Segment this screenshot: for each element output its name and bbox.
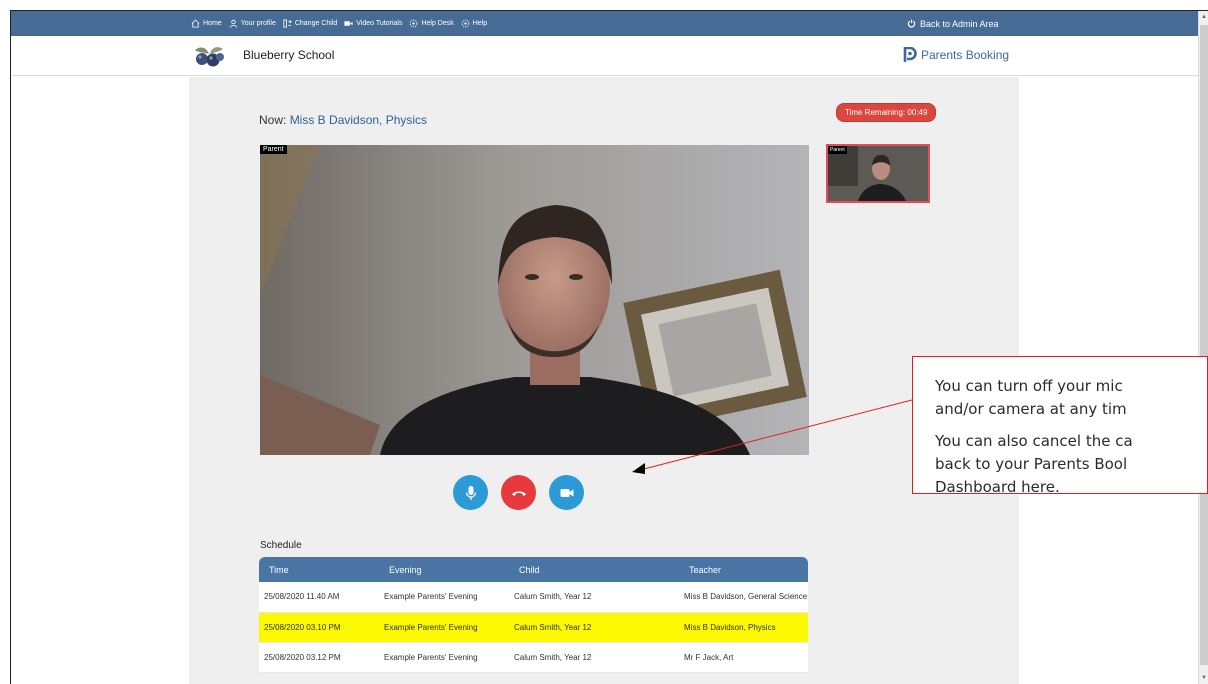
time-remaining-badge: Time Remaining: 00:49 [836,103,937,122]
blueberry-logo-icon[interactable] [191,44,227,68]
col-teacher: Teacher [679,557,808,582]
cell-evening: Example Parents' Evening [379,582,509,613]
nav-video-tutorials[interactable]: Video Tutorials [344,19,402,28]
cell-time: 25/08/2020 11.40 AM [259,582,379,613]
nav-video-tutorials-label: Video Tutorials [356,20,403,27]
video-call-panel: Now: Miss B Davidson, Physics Time Remai… [189,77,1019,684]
top-nav-bar: Home Your profile Change Child Video Tut… [11,11,1198,36]
schedule-title: Schedule [260,540,302,551]
toggle-camera-button[interactable] [549,475,584,510]
cell-evening: Example Parents' Evening [379,612,509,643]
nav-help-desk-label: Help Desk [421,20,454,27]
table-row[interactable]: 25/08/2020 11.40 AM Example Parents' Eve… [259,582,808,613]
nav-home-label: Home [203,20,222,27]
home-icon [191,19,200,28]
self-view-thumbnail[interactable]: Parent [826,144,930,203]
current-teacher: Miss B Davidson, Physics [289,113,428,127]
camera-icon [560,488,573,497]
thumbnail-label: Parent [828,146,847,154]
nav-list: Home Your profile Change Child Video Tut… [191,11,494,36]
back-to-admin-link[interactable]: Back to Admin Area [907,11,999,36]
parents-booking-logo-icon [903,47,917,62]
cell-child: Calum Smith, Year 12 [509,582,679,613]
end-call-button[interactable] [501,475,536,510]
cell-child: Calum Smith, Year 12 [509,612,679,643]
table-row-current[interactable]: 25/08/2020 03.10 PM Example Parents' Eve… [259,612,808,643]
nav-profile[interactable]: Your profile [229,19,276,28]
video-frame-image [260,145,809,455]
school-name: Blueberry School [243,48,335,62]
callout-line-2: and/or camera at any tim [935,400,1127,418]
parents-booking-label: Parents Booking [921,48,1010,62]
video-icon [344,21,353,26]
power-icon [907,19,916,28]
cell-time: 25/08/2020 03.10 PM [259,612,379,643]
thumbnail-image [828,146,928,201]
cell-evening: Example Parents' Evening [379,642,509,673]
table-row[interactable]: 25/08/2020 03.12 PM Example Parents' Eve… [259,642,808,673]
cell-teacher: Miss B Davidson, General Science [679,582,808,613]
callout-line-5: Dashboard here. [935,478,1060,496]
nav-help[interactable]: Help [461,19,487,28]
nav-change-child[interactable]: Change Child [283,19,337,28]
now-label: Now: [259,113,290,127]
scrollbar-thumb[interactable] [1200,25,1208,665]
now-appointment: Now: Miss B Davidson, Physics [259,113,427,127]
cell-time: 25/08/2020 03.12 PM [259,642,379,673]
scroll-down-arrow-icon[interactable]: ▼ [1201,675,1207,681]
browser-viewport: Home Your profile Change Child Video Tut… [10,10,1208,684]
col-child: Child [509,557,679,582]
cell-teacher: Miss B Davidson, Physics [679,612,808,643]
microphone-icon [465,485,476,500]
site-header: Blueberry School Parents Booking [11,36,1198,76]
hang-up-icon [511,491,526,496]
col-evening: Evening [379,557,509,582]
nav-home[interactable]: Home [191,19,222,28]
col-time: Time [259,557,379,582]
callout-line-3: You can also cancel the ca [935,432,1133,450]
nav-profile-label: Your profile [240,20,276,27]
schedule-header-row: Time Evening Child Teacher [259,557,808,582]
nav-help-desk[interactable]: Help Desk [409,19,454,28]
help-desk-icon [410,19,418,28]
cell-child: Calum Smith, Year 12 [509,642,679,673]
schedule-table: Time Evening Child Teacher 25/08/2020 11… [259,557,808,673]
call-controls [453,475,597,510]
cell-teacher: Mr F Jack, Art [679,642,808,673]
nav-change-child-label: Change Child [294,20,338,27]
swap-icon [283,19,292,28]
callout-line-4: back to your Parents Bool [935,455,1128,473]
callout-line-1: You can turn off your mic [935,377,1123,395]
main-video-feed: Parent [260,145,809,455]
main-video-label: Parent [260,145,287,154]
parents-booking-brand[interactable]: Parents Booking [903,47,1009,63]
mute-mic-button[interactable] [453,475,488,510]
scroll-up-arrow-icon[interactable]: ▲ [1201,14,1207,20]
vertical-scrollbar[interactable]: ▲ ▼ [1198,11,1208,684]
back-to-admin-label: Back to Admin Area [920,18,999,29]
annotation-callout: You can turn off your mic and/or camera … [912,356,1208,496]
nav-help-label: Help [472,20,488,27]
help-icon [461,19,470,28]
user-icon [229,19,237,28]
